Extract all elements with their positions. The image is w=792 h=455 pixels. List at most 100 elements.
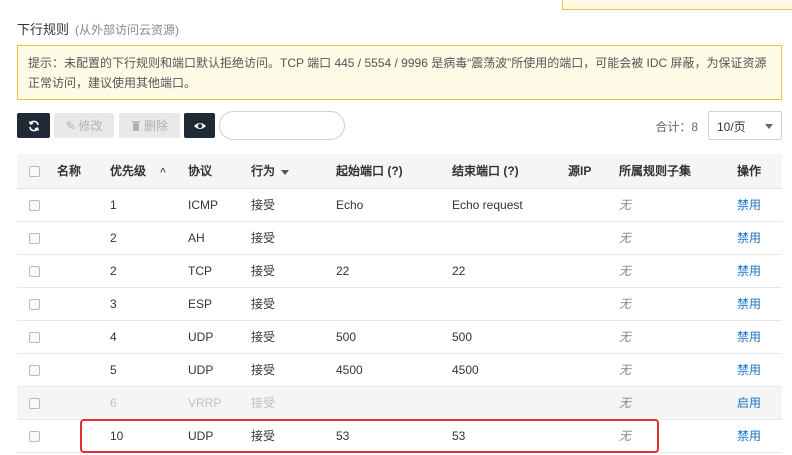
caret-down-icon [281,169,290,175]
cell-end-port [452,287,568,321]
cell-name [57,353,110,387]
col-end-port[interactable]: 结束端口 (?) [452,154,568,189]
disable-link[interactable]: 禁用 [737,363,761,377]
cell-start-port [336,386,452,420]
col-operation: 操作 [737,154,782,189]
row-checkbox[interactable] [29,430,40,442]
cell-protocol: ICMP [188,188,251,222]
section-title: 下行规则 (从外部访问云资源) [17,19,179,38]
cell-name [57,254,110,288]
row-checkbox[interactable] [29,232,40,244]
edit-button[interactable]: ✎ 修改 [54,113,114,138]
cell-source-ip [568,287,619,321]
toolbar: ✎ 修改 删除 合计：8 10/页 [17,111,782,141]
table-row: 10 UDP 接受 53 53 无 禁用 [17,419,782,453]
disable-link[interactable]: 禁用 [737,264,761,278]
disable-link[interactable]: 禁用 [737,231,761,245]
cell-rule-subset: 无 [619,254,737,288]
cell-start-port [336,287,452,321]
cell-action: 接受 [251,353,336,387]
enable-link[interactable]: 启用 [737,396,761,410]
cell-priority: 6 [110,386,188,420]
cell-priority: 5 [110,353,188,387]
cell-end-port [452,221,568,255]
notice-text: 提示：未配置的下行规则和端口默认拒绝访问。TCP 端口 445 / 5554 /… [28,56,767,90]
col-start-port[interactable]: 起始端口 (?) [336,154,452,189]
refresh-icon [28,120,39,131]
search-input[interactable] [219,111,345,140]
disable-link[interactable]: 禁用 [737,330,761,344]
cell-priority: 3 [110,287,188,321]
table-header-row: 名称 优先级 ^ 协议 行为 起始端口 (?) 结束端口 (?) 源IP 所属规则… [17,154,782,189]
cell-name [57,188,110,222]
cell-end-port: 53 [452,419,568,453]
page-size-value: 10/页 [717,120,746,134]
cell-start-port: Echo [336,188,452,222]
cell-source-ip [568,320,619,354]
cell-end-port [452,386,568,420]
cell-priority: 10 [110,419,188,453]
disable-link[interactable]: 禁用 [737,429,761,443]
cell-rule-subset: 无 [619,386,737,420]
col-rule-subset[interactable]: 所属规则子集 [619,154,737,189]
cell-name [57,221,110,255]
row-checkbox[interactable] [29,331,40,343]
table-row: 4 UDP 接受 500 500 无 禁用 [17,320,782,354]
cell-protocol: VRRP [188,386,251,420]
eye-icon [193,122,206,129]
cell-action: 接受 [251,419,336,453]
cell-source-ip [568,254,619,288]
cell-protocol: ESP [188,287,251,321]
col-protocol[interactable]: 协议 [188,154,251,189]
cell-priority: 4 [110,320,188,354]
cell-source-ip [568,386,619,420]
cell-priority: 1 [110,188,188,222]
col-priority[interactable]: 优先级 ^ [110,154,188,189]
cell-protocol: UDP [188,353,251,387]
cell-end-port: 500 [452,320,568,354]
cell-rule-subset: 无 [619,221,737,255]
col-name[interactable]: 名称 [57,154,110,189]
disable-link[interactable]: 禁用 [737,198,761,212]
section-title-text: 下行规则 [17,22,70,37]
cell-action: 接受 [251,221,336,255]
disable-link[interactable]: 禁用 [737,297,761,311]
chevron-down-icon [765,124,773,129]
row-checkbox[interactable] [29,265,40,277]
cell-rule-subset: 无 [619,353,737,387]
delete-button[interactable]: 删除 [119,113,180,138]
cell-action: 接受 [251,188,336,222]
col-source-ip[interactable]: 源IP [568,154,619,189]
cell-source-ip [568,188,619,222]
rules-table: 名称 优先级 ^ 协议 行为 起始端口 (?) 结束端口 (?) 源IP 所属规则… [17,154,782,453]
cell-source-ip [568,419,619,453]
cell-action: 接受 [251,386,336,420]
cell-name [57,320,110,354]
row-checkbox[interactable] [29,199,40,211]
refresh-button[interactable] [17,113,50,138]
cell-start-port: 22 [336,254,452,288]
cell-name [57,419,110,453]
col-action[interactable]: 行为 [251,154,336,189]
table-row: 3 ESP 接受 无 禁用 [17,287,782,321]
cell-start-port: 53 [336,419,452,453]
cell-action: 接受 [251,254,336,288]
cell-end-port: Echo request [452,188,568,222]
cell-end-port: 22 [452,254,568,288]
table-row: 2 TCP 接受 22 22 无 禁用 [17,254,782,288]
row-checkbox[interactable] [29,364,40,376]
delete-label: 删除 [143,119,168,133]
select-all-checkbox[interactable] [29,166,40,178]
cell-rule-subset: 无 [619,188,737,222]
cell-name [57,386,110,420]
cell-start-port: 500 [336,320,452,354]
top-notice-edge [562,0,792,10]
cell-protocol: UDP [188,419,251,453]
cell-action: 接受 [251,320,336,354]
table-row: 5 UDP 接受 4500 4500 无 禁用 [17,353,782,387]
row-checkbox[interactable] [29,397,40,409]
page-size-select[interactable]: 10/页 [708,111,782,140]
row-checkbox[interactable] [29,298,40,310]
edit-label: 修改 [78,119,103,133]
view-button[interactable] [184,113,215,138]
